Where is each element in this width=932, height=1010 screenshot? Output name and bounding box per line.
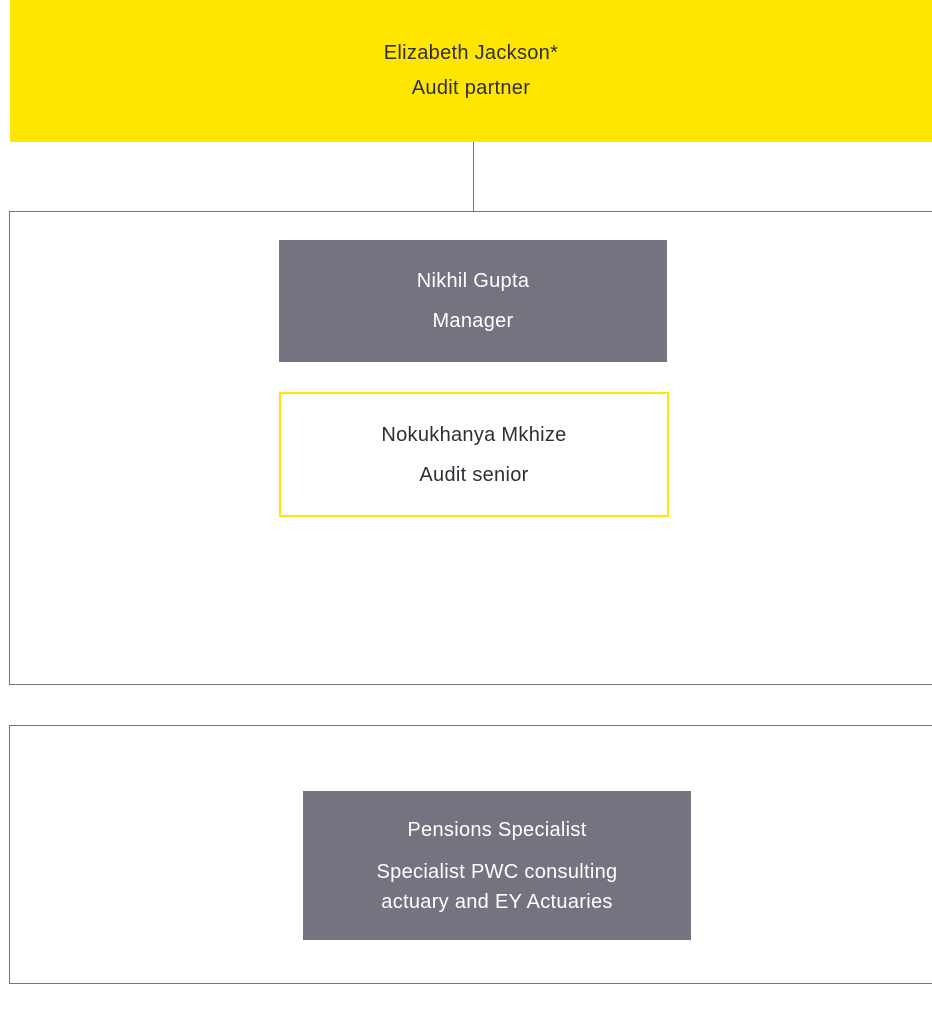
manager-role: Manager <box>432 310 514 332</box>
org-chart: Elizabeth Jackson* Audit partner Nikhil … <box>0 0 932 1010</box>
partner-team-connector <box>473 142 474 212</box>
partner-name: Elizabeth Jackson* <box>383 42 559 64</box>
manager-name: Nikhil Gupta <box>416 270 530 292</box>
partner-node: Elizabeth Jackson* Audit partner <box>10 0 932 142</box>
specialist-name: Pensions Specialist <box>407 818 587 841</box>
specialist-description: Specialist PWC consulting actuary and EY… <box>376 860 618 913</box>
partner-role: Audit partner <box>411 77 531 99</box>
senior-node: Nokukhanya Mkhize Audit senior <box>279 392 669 517</box>
manager-node: Nikhil Gupta Manager <box>279 240 667 362</box>
senior-name: Nokukhanya Mkhize <box>381 423 567 446</box>
senior-role: Audit senior <box>419 463 529 486</box>
pensions-specialist-node: Pensions Specialist Specialist PWC consu… <box>303 791 691 940</box>
